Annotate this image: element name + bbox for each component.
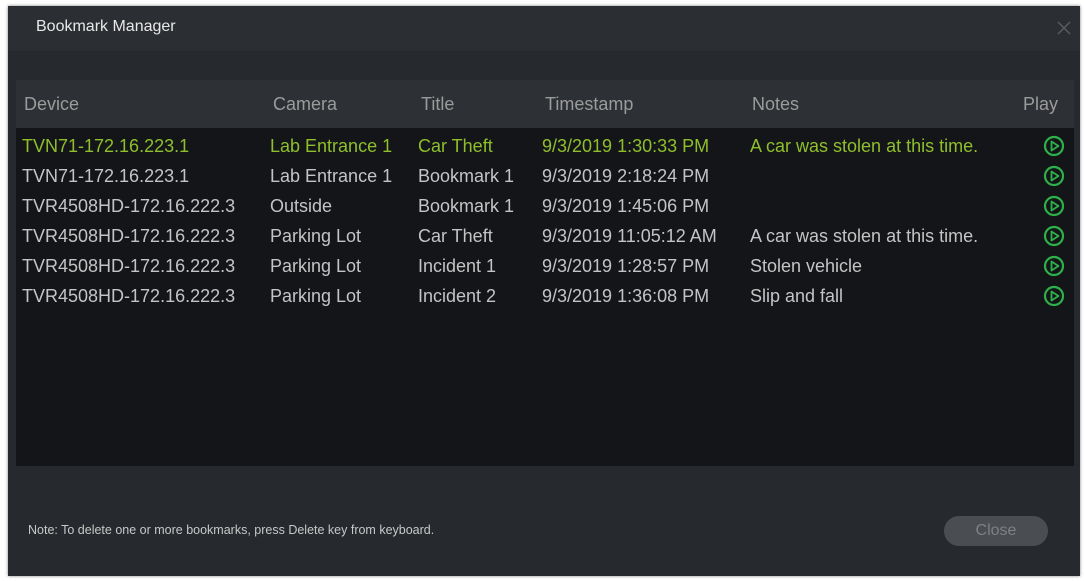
- play-icon[interactable]: [1043, 285, 1065, 307]
- column-header-notes[interactable]: Notes: [752, 94, 799, 115]
- cell-notes: Slip and fall: [750, 286, 844, 306]
- cell-device: TVR4508HD-172.16.222.3: [22, 286, 236, 306]
- column-header-play[interactable]: Play: [1023, 94, 1058, 115]
- cell-timestamp: 9/3/2019 1:28:57 PM: [542, 256, 710, 276]
- table-body: TVN71-172.16.223.1 Lab Entrance 1 Car Thef…: [16, 132, 1074, 312]
- cell-notes: Stolen vehicle: [750, 256, 863, 276]
- cell-camera: Outside: [270, 196, 333, 216]
- play-icon[interactable]: [1043, 255, 1065, 277]
- column-header-device[interactable]: Device: [24, 94, 79, 115]
- cell-device: TVN71-172.16.223.1: [22, 166, 190, 186]
- cell-timestamp: 9/3/2019 1:36:08 PM: [542, 286, 710, 306]
- cell-timestamp: 9/3/2019 1:30:33 PM: [542, 136, 710, 156]
- cell-notes: A car was stolen at this time.: [750, 226, 979, 246]
- table-header: Device Camera Title Timestamp Notes Play: [16, 80, 1074, 128]
- cell-timestamp: 9/3/2019 11:05:12 AM: [542, 226, 717, 246]
- cell-camera: Lab Entrance 1: [270, 166, 393, 186]
- bookmark-table: Device Camera Title Timestamp Notes Play…: [16, 80, 1074, 466]
- table-row[interactable]: TVN71-172.16.223.1 Lab Entrance 1 Car Thef…: [16, 132, 1074, 162]
- table-row[interactable]: TVN71-172.16.223.1 Lab Entrance 1 Bookmark…: [16, 162, 1074, 192]
- cell-camera: Parking Lot: [270, 226, 362, 246]
- column-header-title[interactable]: Title: [421, 94, 454, 115]
- play-icon[interactable]: [1043, 225, 1065, 247]
- title-bar: Bookmark Manager: [8, 6, 1080, 51]
- cell-camera: Parking Lot: [270, 286, 362, 306]
- play-icon[interactable]: [1043, 195, 1065, 217]
- column-header-camera[interactable]: Camera: [273, 94, 337, 115]
- play-icon[interactable]: [1043, 165, 1065, 187]
- cell-title: Car Theft: [418, 226, 493, 246]
- bookmark-manager-window: Bookmark Manager Device Camera Title Tim…: [8, 6, 1080, 576]
- cell-title: Bookmark 1: [418, 166, 515, 186]
- table-row[interactable]: TVR4508HD-172.16.222.3 Parking Lot Car The…: [16, 222, 1074, 252]
- cell-device: TVR4508HD-172.16.222.3: [22, 196, 236, 216]
- cell-device: TVR4508HD-172.16.222.3: [22, 256, 236, 276]
- close-icon[interactable]: [1054, 18, 1074, 38]
- window-title: Bookmark Manager: [36, 18, 176, 35]
- footer-note: Note: To delete one or more bookmarks, p…: [28, 523, 435, 537]
- table-row[interactable]: TVR4508HD-172.16.222.3 Parking Lot Inciden…: [16, 282, 1074, 312]
- cell-device: TVN71-172.16.223.1: [22, 136, 190, 156]
- cell-camera: Lab Entrance 1: [270, 136, 393, 156]
- table-row[interactable]: TVR4508HD-172.16.222.3 Outside Bookmark 1 9…: [16, 192, 1074, 222]
- play-icon[interactable]: [1043, 135, 1065, 157]
- cell-notes: A car was stolen at this time.: [750, 136, 979, 156]
- cell-camera: Parking Lot: [270, 256, 362, 276]
- cell-timestamp: 9/3/2019 1:45:06 PM: [542, 196, 710, 216]
- close-button[interactable]: Close: [944, 516, 1048, 546]
- column-header-timestamp[interactable]: Timestamp: [545, 94, 633, 115]
- cell-title: Car Theft: [418, 136, 493, 156]
- cell-title: Incident 2: [418, 286, 497, 306]
- cell-title: Incident 1: [418, 256, 497, 276]
- table-row[interactable]: TVR4508HD-172.16.222.3 Parking Lot Inciden…: [16, 252, 1074, 282]
- cell-device: TVR4508HD-172.16.222.3: [22, 226, 236, 246]
- cell-timestamp: 9/3/2019 2:18:24 PM: [542, 166, 710, 186]
- cell-title: Bookmark 1: [418, 196, 515, 216]
